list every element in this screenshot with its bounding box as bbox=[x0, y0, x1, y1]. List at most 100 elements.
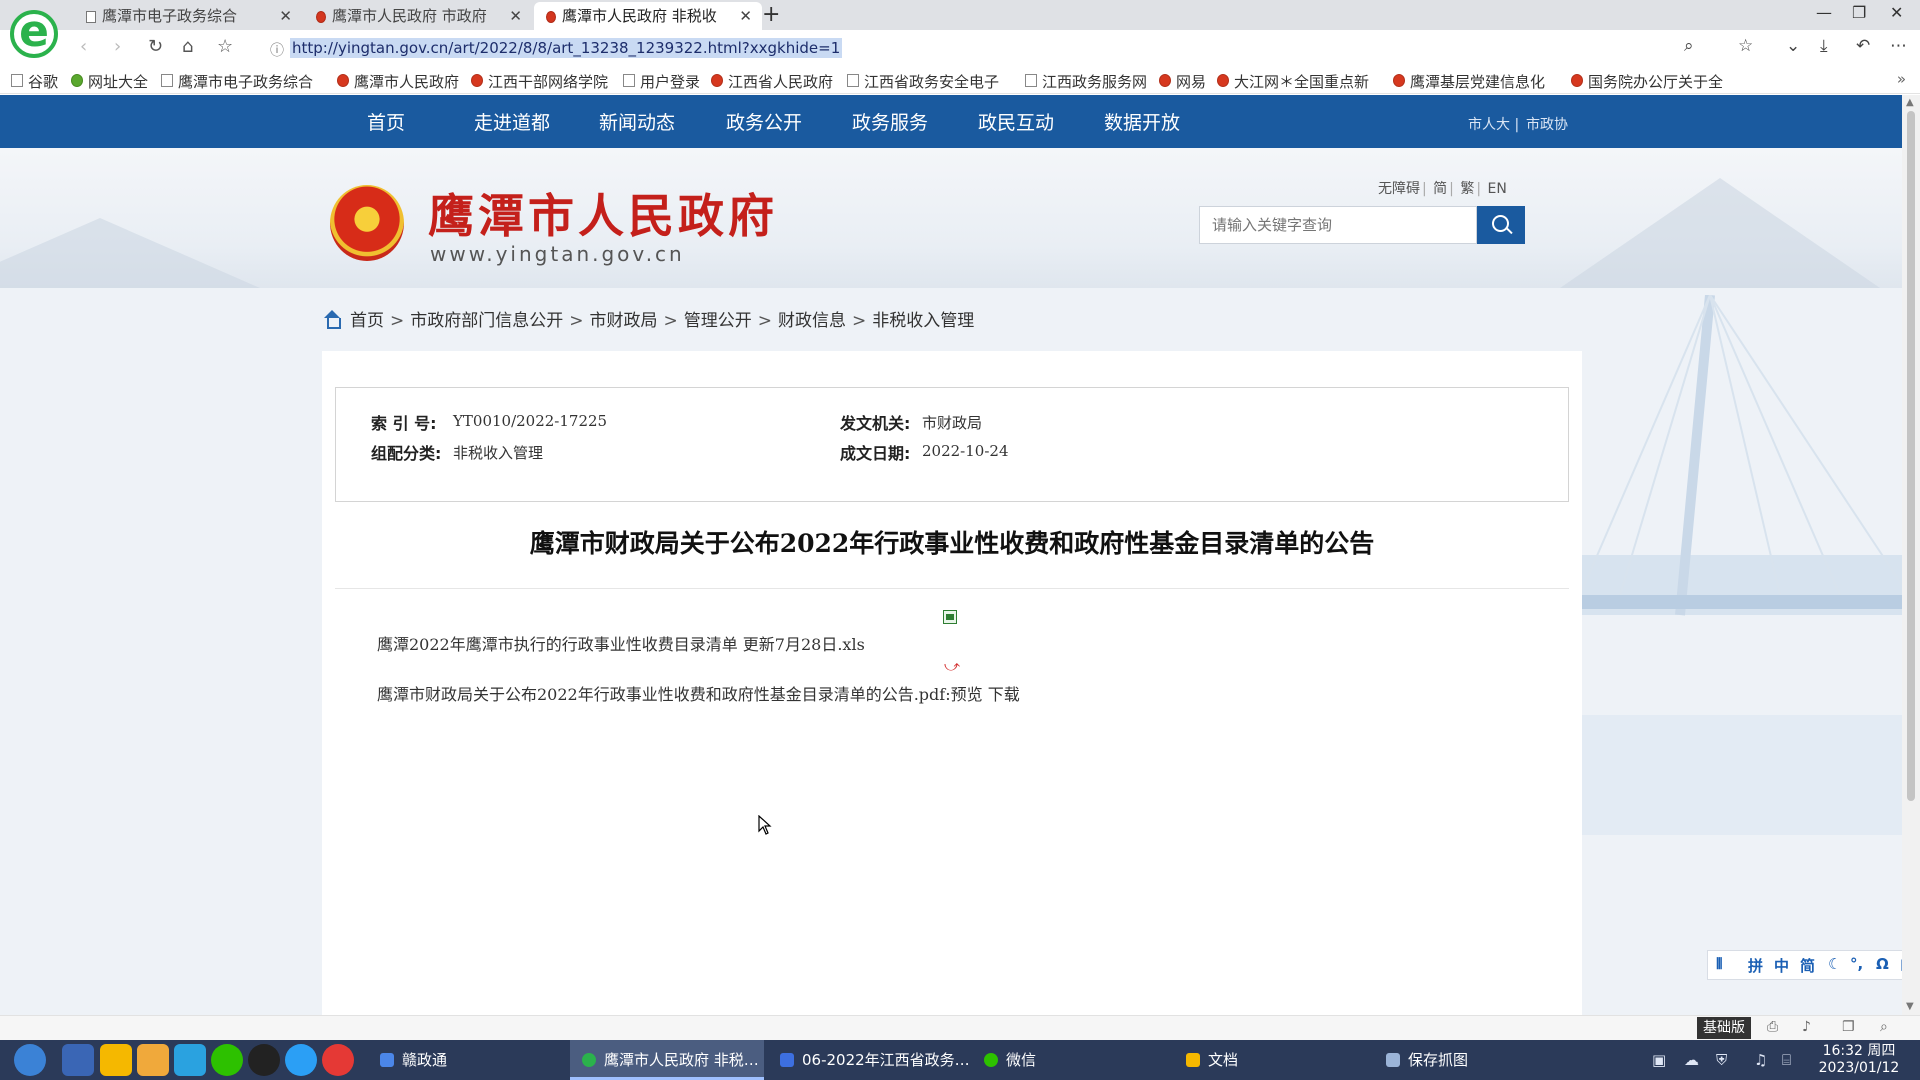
volume-icon[interactable]: ♫ bbox=[1754, 1051, 1767, 1069]
folder-icon[interactable] bbox=[137, 1044, 169, 1076]
accessibility-link[interactable]: 无障碍 bbox=[1378, 181, 1420, 197]
simplified-link[interactable]: 简 bbox=[1433, 181, 1447, 197]
star-icon[interactable]: ☆ bbox=[217, 36, 233, 57]
bookmark-item[interactable]: 大江网＊全国重点新 bbox=[1216, 71, 1369, 92]
breadcrumb-finance-info[interactable]: 财政信息 bbox=[778, 311, 846, 331]
bookmarks-more-button[interactable]: » bbox=[1897, 70, 1906, 88]
voice-icon[interactable]: ⦀ bbox=[1716, 955, 1723, 973]
traditional-link[interactable]: 繁 bbox=[1460, 181, 1474, 197]
bookmark-item[interactable]: 国务院办公厅关于全 bbox=[1570, 71, 1723, 92]
bookmark-item[interactable]: 江西省政务安全电子 bbox=[846, 71, 999, 92]
ime-pinyin[interactable]: 拼 bbox=[1748, 955, 1763, 976]
search-icon[interactable]: ⌕ bbox=[1880, 1019, 1888, 1035]
browser-app-icon[interactable] bbox=[285, 1044, 317, 1076]
bookmark-item[interactable]: 江西干部网络学院 bbox=[470, 71, 608, 92]
breadcrumb-dept-info[interactable]: 市政府部门信息公开 bbox=[410, 311, 563, 331]
bookmark-item[interactable]: 用户登录 bbox=[622, 71, 700, 92]
page-icon bbox=[847, 74, 859, 87]
tab-renmin-zhengfu[interactable]: 鹰潭市人民政府 市政府 ✕ bbox=[304, 2, 532, 30]
bookmark-item[interactable]: 鹰潭基层党建信息化 bbox=[1392, 71, 1545, 92]
bookmark-star-icon[interactable]: ☆ bbox=[1738, 36, 1753, 56]
start-menu-icon[interactable] bbox=[14, 1044, 46, 1076]
menu-icon[interactable]: ⋯ bbox=[1890, 36, 1907, 56]
breadcrumb-non-tax[interactable]: 非税收入管理 bbox=[872, 311, 974, 331]
undo-icon[interactable]: ↶ bbox=[1856, 36, 1870, 56]
back-button[interactable]: ‹ bbox=[80, 36, 87, 57]
address-bar[interactable]: ⓘ http://yingtan.gov.cn/art/2022/8/8/art… bbox=[256, 34, 1753, 64]
wps-icon[interactable] bbox=[322, 1044, 354, 1076]
new-tab-button[interactable]: + bbox=[762, 2, 780, 28]
close-icon[interactable]: ✕ bbox=[739, 2, 752, 30]
nav-item-news[interactable]: 新闻动态 bbox=[599, 108, 675, 135]
app-mountain-icon[interactable] bbox=[62, 1044, 94, 1076]
download-icon[interactable]: ⤓ bbox=[1820, 36, 1828, 56]
scroll-down-icon[interactable]: ▼ bbox=[1906, 1001, 1914, 1012]
reload-button[interactable]: ↻ bbox=[148, 36, 163, 57]
attachment-pdf-link[interactable]: 鹰潭市财政局关于公布2022年行政事业性收费和政府性基金目录清单的公告.pdf: bbox=[377, 685, 951, 704]
window-icon[interactable]: ❐ bbox=[1842, 1019, 1855, 1035]
bookmark-item[interactable]: 谷歌 bbox=[10, 71, 58, 92]
download-link[interactable]: 下载 bbox=[988, 685, 1020, 704]
scroll-up-icon[interactable]: ▲ bbox=[1906, 97, 1914, 108]
task-document[interactable]: 06-2022年江西省政务… bbox=[768, 1040, 968, 1080]
bookmark-item[interactable]: 鹰潭市电子政务综合 bbox=[160, 71, 313, 92]
task-wechat[interactable]: 微信 bbox=[972, 1040, 1172, 1080]
tray-cloud-icon[interactable]: ☁ bbox=[1684, 1051, 1699, 1069]
task-screenshot[interactable]: 保存抓图 bbox=[1374, 1040, 1574, 1080]
qq-icon[interactable] bbox=[248, 1044, 280, 1076]
print-icon[interactable]: ⎙ bbox=[1767, 1019, 1778, 1035]
network-icon[interactable]: ⌸ bbox=[1782, 1051, 1791, 1069]
scroll-thumb[interactable] bbox=[1907, 111, 1915, 801]
window-close-button[interactable]: ✕ bbox=[1890, 3, 1903, 22]
bookmark-item[interactable]: 网易 bbox=[1158, 71, 1206, 92]
nav-item-gov-service[interactable]: 政务服务 bbox=[852, 108, 928, 135]
home-button[interactable]: ⌂ bbox=[182, 36, 193, 57]
basic-mode-badge[interactable]: 基础版 bbox=[1697, 1017, 1751, 1039]
breadcrumb-finance-bureau[interactable]: 市财政局 bbox=[590, 311, 658, 331]
breadcrumb-management[interactable]: 管理公开 bbox=[684, 311, 752, 331]
close-icon[interactable]: ✕ bbox=[509, 2, 522, 30]
ime-simplified[interactable]: 简 bbox=[1800, 955, 1815, 976]
wechat-icon[interactable] bbox=[211, 1044, 243, 1076]
search-input[interactable] bbox=[1199, 206, 1477, 244]
bookmark-item[interactable]: 鹰潭市人民政府 bbox=[336, 71, 459, 92]
shield-icon[interactable]: ⛨ bbox=[1716, 1051, 1727, 1069]
system-clock[interactable]: 16:32 周四 2023/01/12 bbox=[1814, 1043, 1904, 1077]
task-docs[interactable]: 文档 bbox=[1174, 1040, 1370, 1080]
tab-feishui-active[interactable]: 鹰潭市人民政府 非税收 ✕ bbox=[534, 2, 762, 30]
search-button[interactable] bbox=[1477, 206, 1525, 244]
help-icon[interactable] bbox=[100, 1044, 132, 1076]
close-icon[interactable]: ✕ bbox=[279, 2, 292, 30]
tray-app-icon[interactable]: ▣ bbox=[1652, 1051, 1666, 1069]
omega-icon[interactable]: Ω bbox=[1876, 955, 1889, 973]
zoom-icon[interactable]: ⌕ bbox=[1684, 36, 1694, 56]
desktop-icon[interactable] bbox=[174, 1044, 206, 1076]
english-link[interactable]: EN bbox=[1488, 181, 1507, 197]
chevron-down-icon[interactable]: ⌄ bbox=[1786, 36, 1800, 56]
punctuation-icon[interactable]: °, bbox=[1850, 955, 1863, 973]
moon-icon[interactable]: ☾ bbox=[1828, 955, 1841, 973]
nav-item-open-data[interactable]: 数据开放 bbox=[1104, 108, 1180, 135]
bookmark-item[interactable]: 江西政务服务网 bbox=[1024, 71, 1147, 92]
attachment-xls-link[interactable]: 鹰潭2022年鹰潭市执行的行政事业性收费目录清单 更新7月28日.xls bbox=[377, 631, 865, 655]
tab-dianzi-zhengwu[interactable]: 鹰潭市电子政务综合 ✕ bbox=[74, 2, 302, 30]
task-ganzhengtong[interactable]: 赣政通 bbox=[368, 1040, 568, 1080]
bookmark-item[interactable]: 网址大全 bbox=[70, 71, 148, 92]
breadcrumb-home[interactable]: 首页 bbox=[350, 311, 384, 331]
link-rendai[interactable]: 市人大 | bbox=[1468, 114, 1519, 134]
link-zhengxie[interactable]: 市政协 bbox=[1526, 114, 1568, 134]
nav-item-gov-open[interactable]: 政务公开 bbox=[726, 108, 802, 135]
speaker-icon[interactable]: ♪ bbox=[1802, 1019, 1811, 1035]
nav-item-home[interactable]: 首页 bbox=[367, 108, 405, 135]
page-scrollbar[interactable]: ▲ ▼ bbox=[1902, 95, 1920, 1015]
preview-link[interactable]: 预览 bbox=[951, 685, 983, 704]
nav-item-about[interactable]: 走进道都 bbox=[474, 108, 550, 135]
forward-button[interactable]: › bbox=[114, 36, 121, 57]
nav-item-interaction[interactable]: 政民互动 bbox=[978, 108, 1054, 135]
url-text[interactable]: http://yingtan.gov.cn/art/2022/8/8/art_1… bbox=[290, 38, 843, 58]
minimize-button[interactable]: — bbox=[1816, 3, 1832, 22]
task-browser[interactable]: 鹰潭市人民政府 非税… bbox=[570, 1040, 764, 1080]
restore-button[interactable]: ❐ bbox=[1852, 3, 1866, 22]
bookmark-item[interactable]: 江西省人民政府 bbox=[710, 71, 833, 92]
ime-chinese[interactable]: 中 bbox=[1774, 955, 1789, 976]
